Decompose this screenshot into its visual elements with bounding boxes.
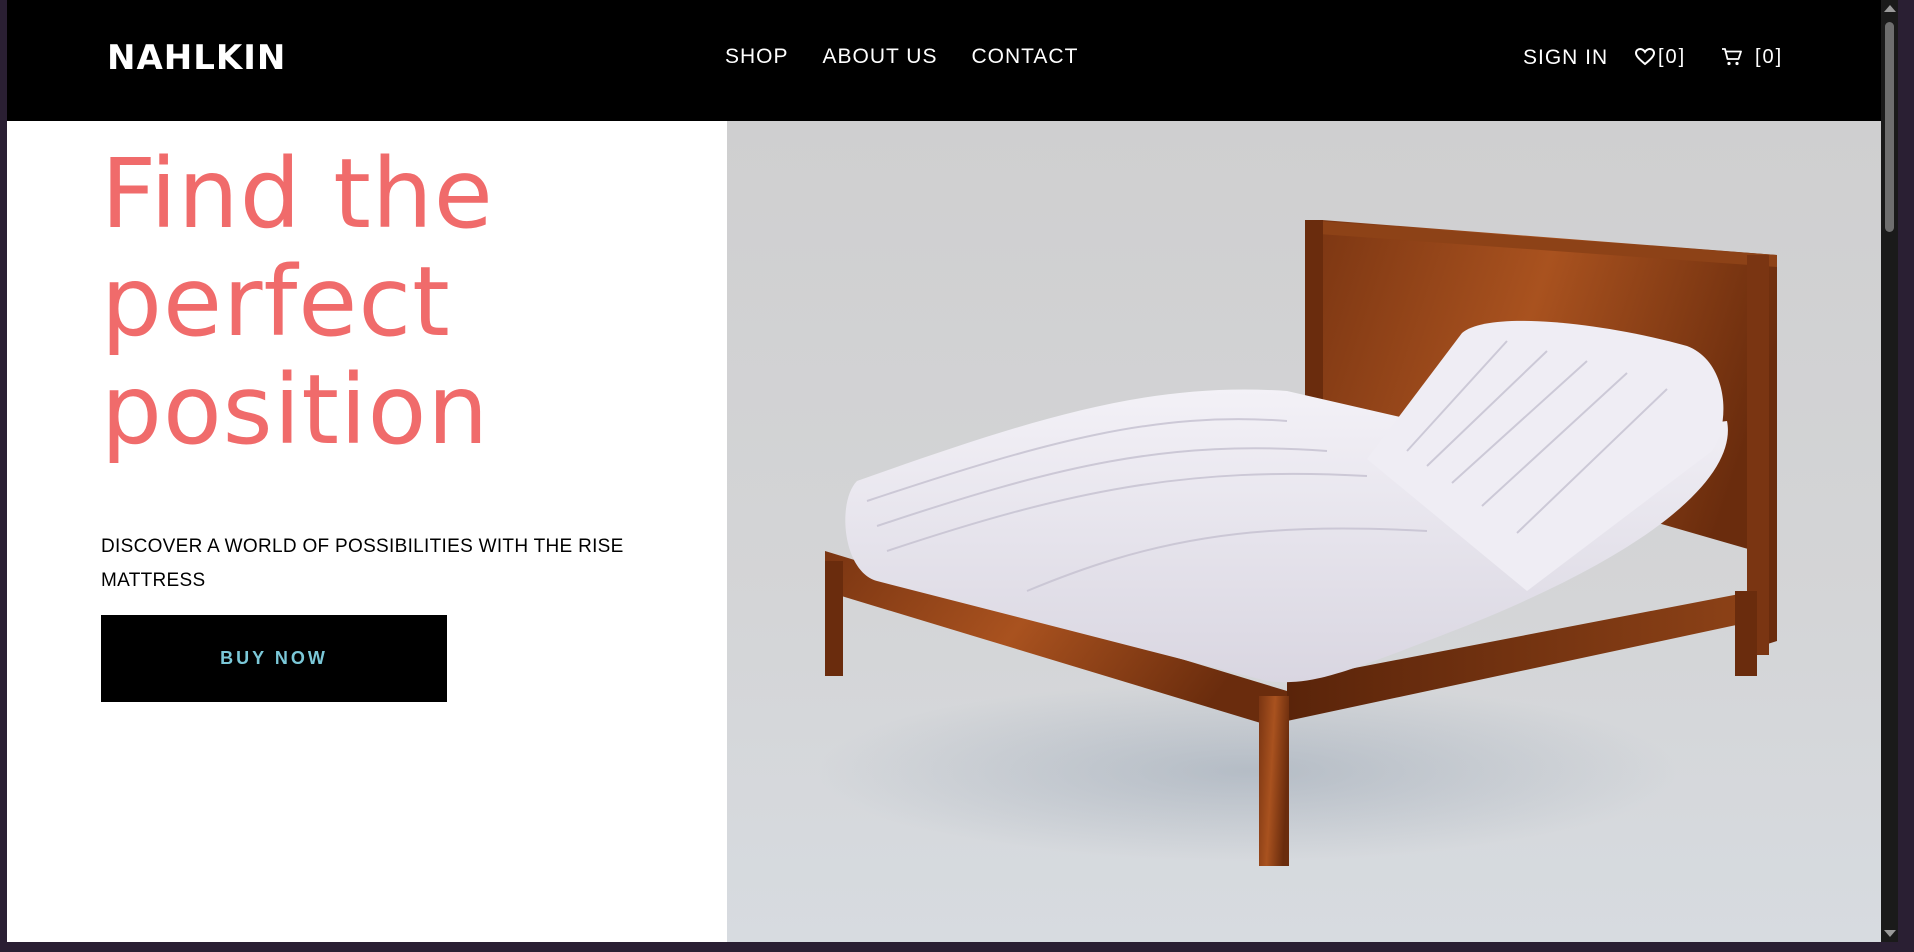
- sign-in-link[interactable]: SIGN IN: [1523, 45, 1608, 71]
- scroll-up-icon[interactable]: [1884, 5, 1896, 12]
- main-nav: SHOP ABOUT US CONTACT: [725, 44, 1078, 70]
- browser-viewport: NAHLKIN SHOP ABOUT US CONTACT SIGN IN [0…: [7, 0, 1881, 942]
- scroll-down-icon[interactable]: [1884, 930, 1896, 937]
- cart-count: [0]: [1755, 46, 1784, 68]
- nav-about-us[interactable]: ABOUT US: [823, 44, 938, 70]
- heart-icon: [1635, 48, 1655, 66]
- scroll-thumb[interactable]: [1885, 22, 1894, 232]
- headline-line-1: Find the: [101, 138, 494, 250]
- bed-leg-front-right: [1259, 696, 1289, 866]
- hero-subtitle: DISCOVER A WORLD OF POSSIBILITIES WITH T…: [101, 536, 624, 591]
- cart-button[interactable]: [0]: [1721, 44, 1783, 70]
- headline-line-2: perfect: [101, 246, 451, 358]
- nav-contact[interactable]: CONTACT: [971, 44, 1078, 70]
- hero-headline: Find the perfect position: [101, 140, 661, 464]
- hero-image: [727, 121, 1881, 942]
- bed-leg-front-left: [825, 561, 843, 676]
- brand-logo[interactable]: NAHLKIN: [107, 38, 286, 78]
- bed-illustration: [817, 220, 1777, 866]
- buy-now-button[interactable]: BUY NOW: [101, 615, 447, 702]
- site-header: NAHLKIN SHOP ABOUT US CONTACT SIGN IN [0…: [7, 0, 1881, 121]
- cart-icon: [1722, 48, 1742, 66]
- wishlist-count: [0]: [1658, 46, 1687, 68]
- nav-shop[interactable]: SHOP: [725, 44, 789, 70]
- headline-line-3: position: [101, 354, 490, 466]
- wishlist-button[interactable]: [0]: [1635, 44, 1686, 70]
- vertical-scrollbar[interactable]: [1881, 0, 1898, 942]
